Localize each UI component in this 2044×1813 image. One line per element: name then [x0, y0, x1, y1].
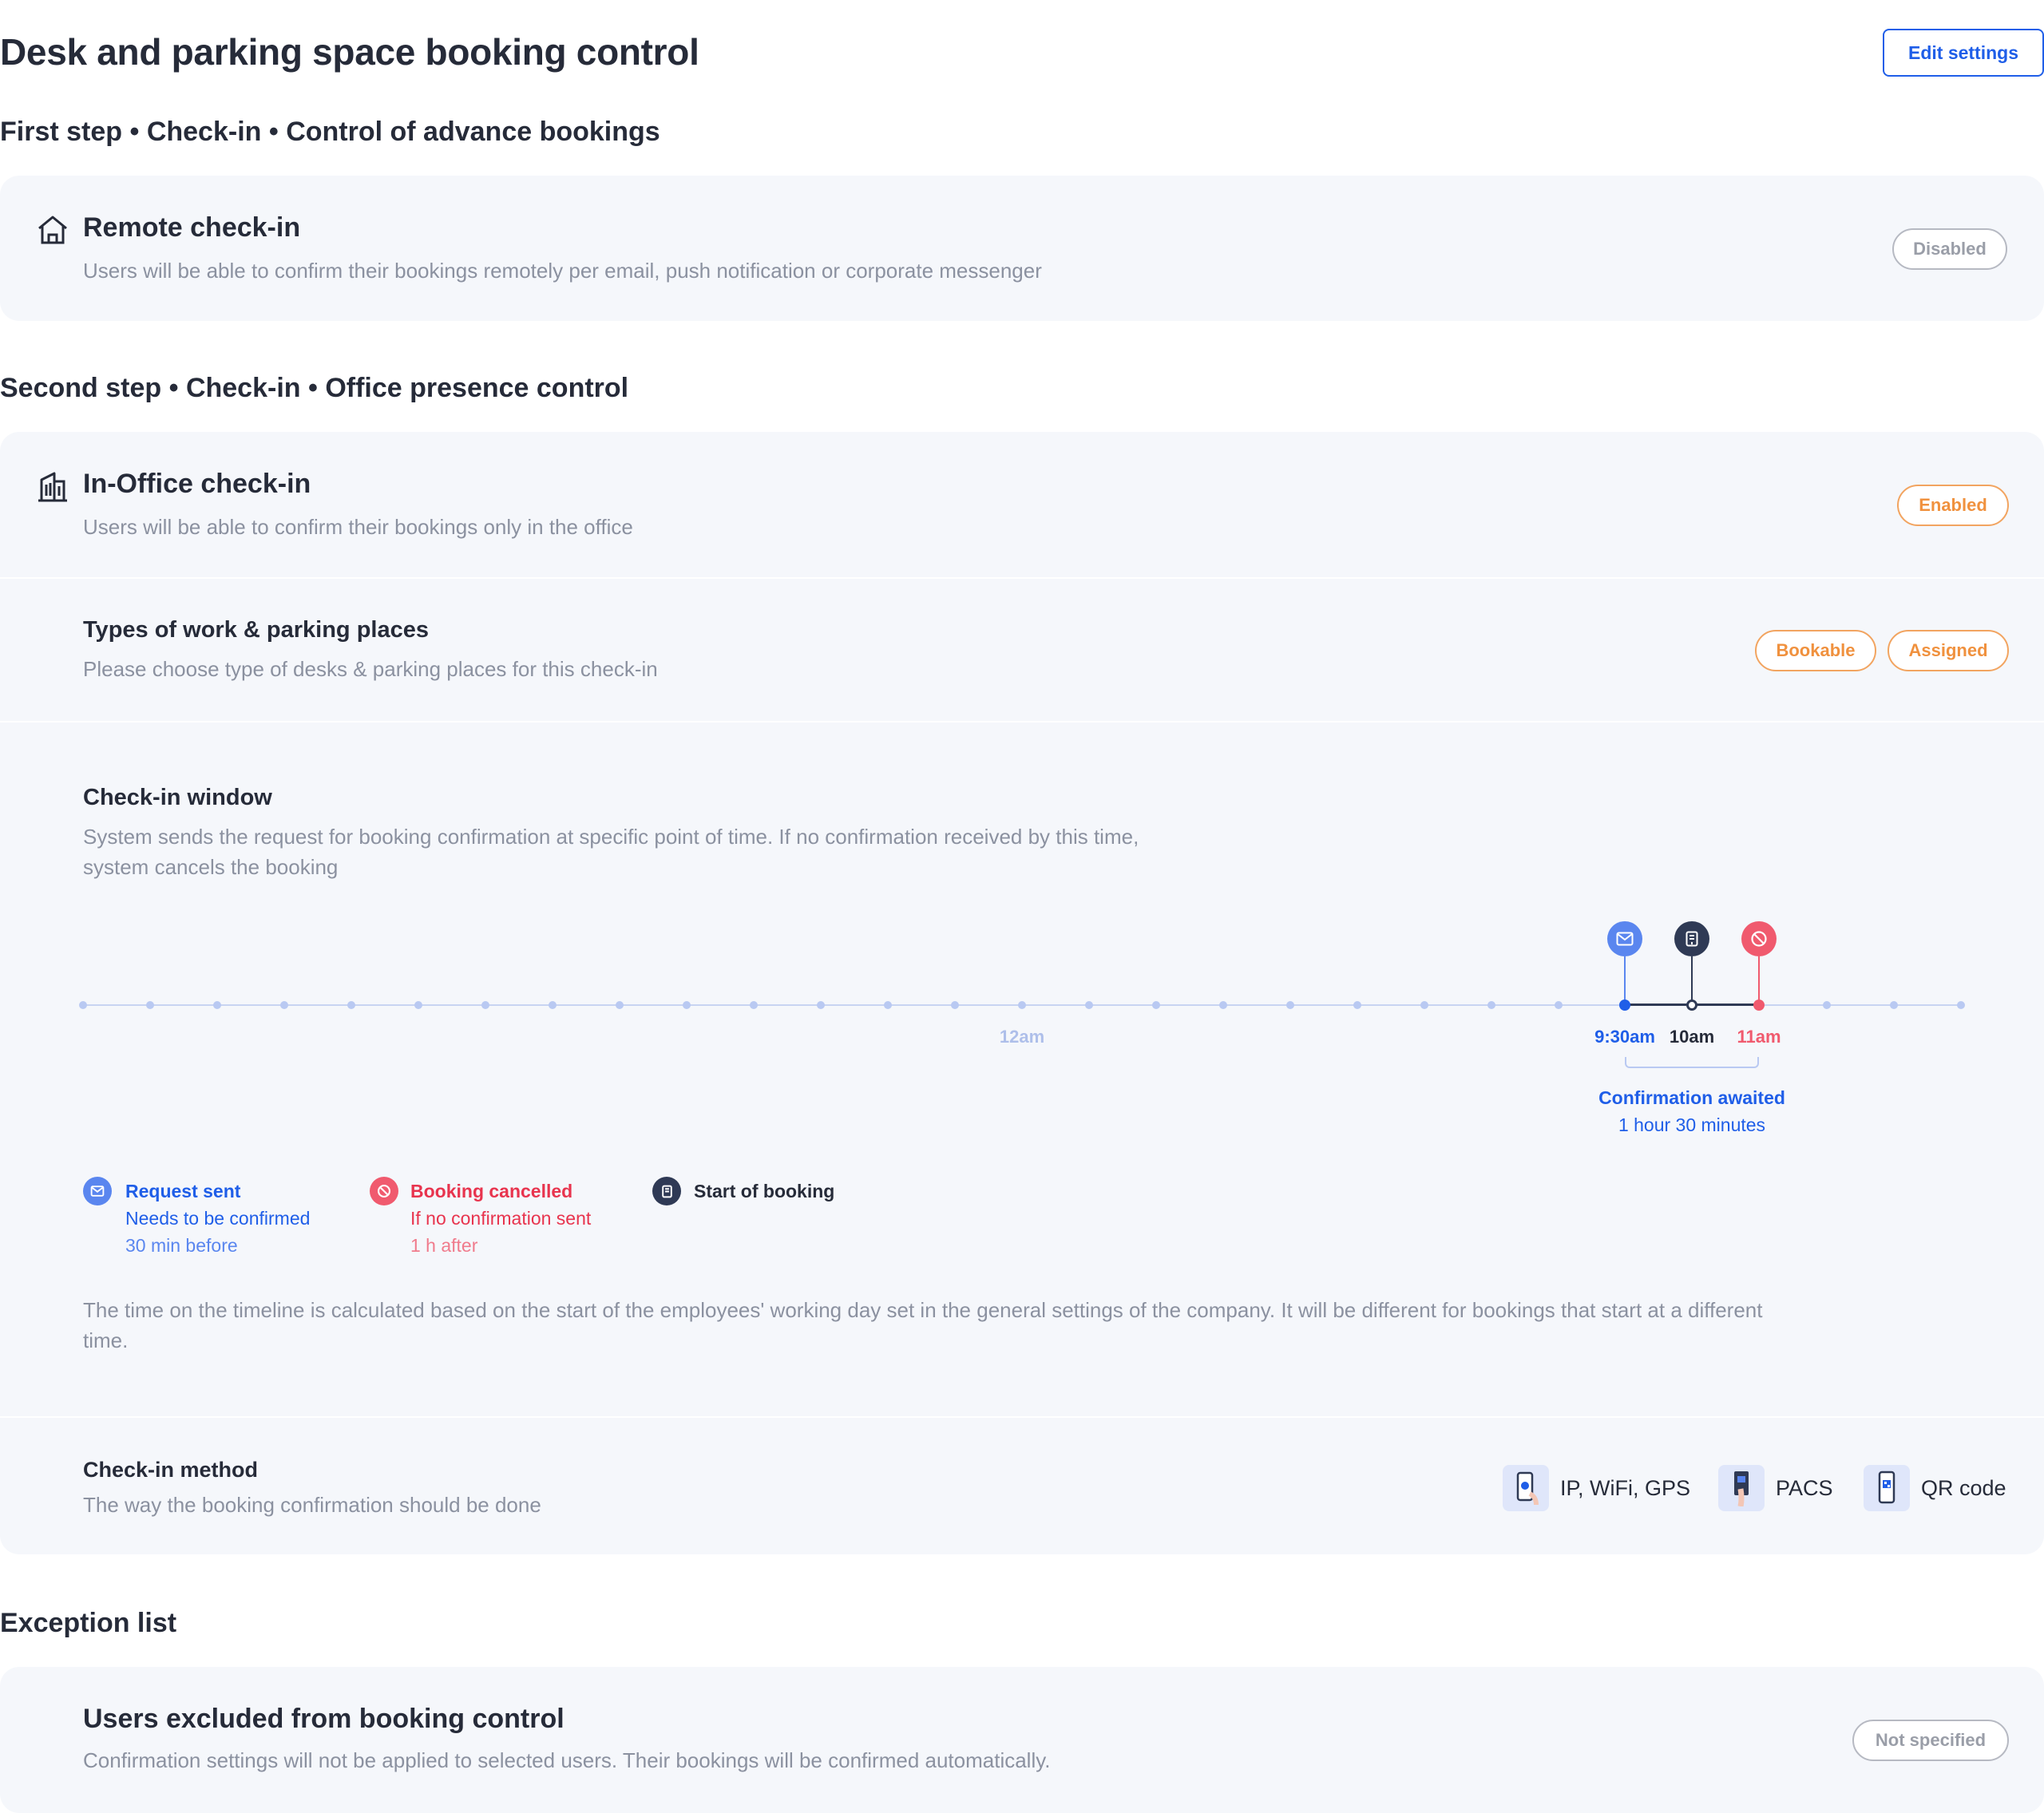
method-qr-code[interactable]: QR code: [1864, 1464, 2006, 1512]
timeline-tick: [1219, 1001, 1227, 1009]
types-description: Please choose type of desks & parking pl…: [83, 657, 658, 681]
remote-checkin-status-badge[interactable]: Disabled: [1892, 228, 2007, 270]
timeline-tick: [1286, 1001, 1294, 1009]
tag-bookable[interactable]: Bookable: [1755, 630, 1876, 671]
checkin-method-description: The way the booking confirmation should …: [83, 1493, 541, 1517]
booking-icon: [1674, 921, 1709, 956]
types-title: Types of work & parking places: [83, 617, 429, 643]
legend-request-line3: 30 min before: [125, 1235, 238, 1256]
timeline-tick: [146, 1001, 154, 1009]
timeline-tick: [549, 1001, 557, 1009]
awaited-title: Confirmation awaited: [1598, 1087, 1785, 1108]
excluded-users-card: Users excluded from booking control Conf…: [0, 1667, 2044, 1813]
in-office-status-badge[interactable]: Enabled: [1897, 485, 2009, 526]
checkin-method-title: Check-in method: [83, 1458, 259, 1482]
method-label: PACS: [1776, 1475, 1833, 1500]
in-office-description: Users will be able to confirm their book…: [83, 515, 633, 539]
method-ip-wifi-gps[interactable]: IP, WiFi, GPS: [1503, 1464, 1690, 1512]
timeline-label-midnight: 12am: [999, 1027, 1045, 1047]
pacs-reader-icon: [1718, 1465, 1765, 1511]
edit-settings-button[interactable]: Edit settings: [1883, 29, 2044, 77]
legend-cancel-line2: If no confirmation sent: [410, 1208, 592, 1229]
first-step-title: First step • Check-in • Control of advan…: [0, 117, 660, 147]
timeline-tick: [1018, 1001, 1026, 1009]
checkin-window-description-line2: system cancels the booking: [83, 855, 339, 879]
timeline-label-request: 9:30am: [1594, 1027, 1655, 1047]
cancel-icon: [370, 1177, 398, 1205]
in-office-card: In-Office check-in Users will be able to…: [0, 432, 2044, 1554]
checkin-window-description-line1: System sends the request for booking con…: [83, 825, 1139, 849]
cancel-stem: [1758, 956, 1760, 1004]
second-step-title: Second step • Check-in • Office presence…: [0, 373, 629, 403]
timeline-tick: [951, 1001, 959, 1009]
start-stem: [1691, 956, 1693, 1004]
timeline-note-line1: The time on the timeline is calculated b…: [83, 1298, 1763, 1322]
tag-assigned[interactable]: Assigned: [1888, 630, 2009, 671]
divider: [0, 721, 2044, 722]
timeline-tick: [213, 1001, 221, 1009]
timeline-tick: [683, 1001, 691, 1009]
in-office-title: In-Office check-in: [83, 469, 311, 499]
legend-cancel-line3: 1 h after: [410, 1235, 478, 1256]
method-pacs[interactable]: PACS: [1718, 1464, 1833, 1512]
envelope-icon: [83, 1177, 112, 1205]
excluded-users-description: Confirmation settings will not be applie…: [83, 1748, 1051, 1772]
phone-location-icon: [1503, 1465, 1549, 1511]
qr-code-icon: [1864, 1465, 1910, 1511]
request-dot: [1619, 1000, 1630, 1011]
legend-request-title: Request sent: [125, 1181, 241, 1201]
timeline-tick: [1957, 1001, 1965, 1009]
remote-checkin-title: Remote check-in: [83, 212, 301, 243]
timeline-tick: [347, 1001, 355, 1009]
timeline-tick: [1555, 1001, 1563, 1009]
timeline-tick: [817, 1001, 825, 1009]
remote-checkin-card: Remote check-in Users will be able to co…: [0, 176, 2044, 321]
divider: [0, 1416, 2044, 1418]
timeline-tick: [1353, 1001, 1361, 1009]
timeline-label-start: 10am: [1669, 1027, 1715, 1047]
start-dot: [1686, 1000, 1697, 1011]
request-stem: [1624, 956, 1626, 1004]
timeline-note-line2: time.: [83, 1328, 129, 1352]
timeline-tick: [1420, 1001, 1428, 1009]
timeline-label-cancel: 11am: [1737, 1027, 1781, 1047]
cancel-icon: [1741, 921, 1777, 956]
home-icon: [38, 216, 67, 244]
divider: [0, 577, 2044, 579]
timeline-tick: [616, 1001, 624, 1009]
timeline-tick: [1085, 1001, 1093, 1009]
legend-request-line2: Needs to be confirmed: [125, 1208, 311, 1229]
legend-start-title: Start of booking: [694, 1181, 835, 1201]
timeline-tick: [884, 1001, 892, 1009]
timeline-tick: [280, 1001, 288, 1009]
timeline-tick: [481, 1001, 489, 1009]
timeline-tick: [79, 1001, 87, 1009]
envelope-icon: [1607, 921, 1642, 956]
timeline-tick: [1823, 1001, 1831, 1009]
remote-checkin-description: Users will be able to confirm their book…: [83, 259, 1042, 283]
excluded-users-title: Users excluded from booking control: [83, 1704, 564, 1734]
excluded-users-status-badge[interactable]: Not specified: [1852, 1720, 2009, 1761]
timeline-tick: [414, 1001, 422, 1009]
method-label: QR code: [1921, 1475, 2006, 1500]
building-icon: [38, 472, 67, 502]
timeline-tick: [1152, 1001, 1160, 1009]
method-label: IP, WiFi, GPS: [1560, 1475, 1691, 1500]
page-title: Desk and parking space booking control: [0, 31, 699, 73]
timeline-tick: [750, 1001, 758, 1009]
exception-list-title: Exception list: [0, 1608, 177, 1638]
timeline-tick: [1487, 1001, 1495, 1009]
timeline-tick: [1890, 1001, 1898, 1009]
awaited-duration: 1 hour 30 minutes: [1618, 1114, 1766, 1135]
legend-cancel-title: Booking cancelled: [410, 1181, 573, 1201]
cancel-dot: [1753, 1000, 1765, 1011]
booking-icon: [652, 1177, 681, 1205]
checkin-window-title: Check-in window: [83, 785, 272, 810]
awaited-bracket: [1625, 1057, 1759, 1068]
